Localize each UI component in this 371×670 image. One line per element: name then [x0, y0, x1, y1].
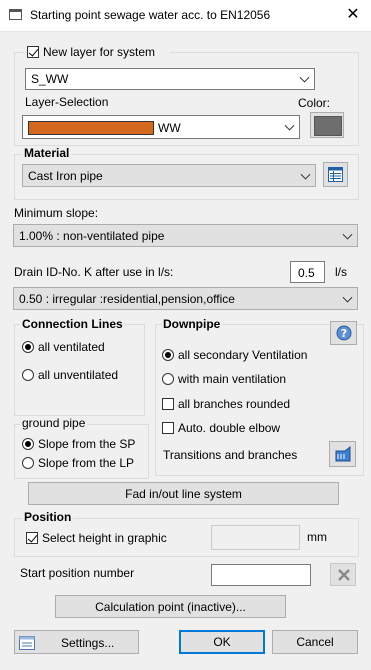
select-height-label: Select height in graphic [42, 531, 167, 545]
delete-icon [338, 569, 350, 581]
chevron-down-icon [342, 229, 353, 240]
chevron-down-icon [300, 169, 311, 180]
auto-double-elbow-checkbox[interactable] [162, 422, 174, 434]
chevron-down-icon [299, 72, 310, 83]
material-combo[interactable]: Cast Iron pipe [22, 164, 316, 187]
ground-pipe-group [14, 424, 149, 479]
help-icon: ? [336, 325, 352, 341]
drain-label: Drain ID-No. K after use in l/s: [14, 265, 174, 279]
color-button[interactable] [310, 112, 344, 138]
app-icon [9, 9, 22, 20]
connection-lines-title: Connection Lines [20, 317, 125, 331]
window-title: Starting point sewage water acc. to EN12… [30, 8, 271, 22]
drain-unit: l/s [335, 265, 347, 279]
layer-group-header: New layer for system [24, 44, 170, 60]
radio-all-unventilated[interactable] [22, 369, 34, 381]
select-height-checkbox[interactable] [26, 532, 38, 544]
drain-value: 0.5 [298, 266, 315, 280]
material-value: Cast Iron pipe [28, 168, 103, 183]
layer-color-swatch [28, 121, 154, 135]
min-slope-value: 1.00% : non-ventilated pipe [19, 228, 165, 243]
title-bar: Starting point sewage water acc. to EN12… [0, 0, 371, 32]
auto-double-elbow-label: Auto. double elbow [178, 421, 281, 435]
all-unventilated-label: all unventilated [38, 368, 119, 382]
start-position-input[interactable] [211, 564, 311, 586]
slope-from-sp-label: Slope from the SP [38, 437, 136, 451]
drain-input[interactable]: 0.5 [290, 261, 325, 283]
calculation-point-label: Calculation point (inactive)... [95, 599, 246, 614]
ground-pipe-title: ground pipe [20, 416, 88, 430]
transitions-label: Transitions and branches [163, 448, 298, 462]
settings-label: Settings... [61, 636, 115, 650]
system-value: S_WW [31, 72, 69, 86]
min-slope-label: Minimum slope: [14, 206, 99, 220]
pipe-transition-icon [335, 446, 351, 462]
help-button[interactable]: ? [330, 321, 357, 345]
height-input[interactable] [211, 525, 300, 550]
material-label: Material [22, 146, 72, 160]
radio-main-ventilation[interactable] [162, 373, 174, 385]
settings-icon [19, 636, 35, 650]
ok-button[interactable]: OK [179, 630, 265, 654]
radio-secondary-ventilation[interactable] [162, 349, 174, 361]
layer-combo[interactable]: WW [22, 115, 300, 139]
fad-line-system-label: Fad in/out line system [125, 486, 242, 501]
height-unit: mm [307, 530, 327, 544]
all-branches-rounded-checkbox[interactable] [162, 398, 174, 410]
all-ventilated-label: all ventilated [38, 340, 105, 354]
radio-slope-from-lp[interactable] [22, 457, 34, 469]
transitions-button[interactable] [329, 441, 356, 467]
color-label: Color: [298, 96, 331, 110]
secondary-ventilation-label: all secondary Ventilation [178, 348, 308, 362]
chevron-down-icon [342, 292, 353, 303]
start-position-label: Start position number [20, 566, 135, 580]
main-ventilation-label: with main ventilation [178, 372, 287, 386]
ok-label: OK [213, 635, 231, 649]
material-table-button[interactable] [323, 162, 348, 187]
layer-value: WW [158, 121, 181, 135]
usage-combo[interactable]: 0.50 : irregular :residential,pension,of… [13, 287, 358, 310]
radio-slope-from-sp[interactable] [22, 438, 34, 450]
downpipe-title: Downpipe [161, 317, 223, 331]
cancel-button[interactable]: Cancel [272, 630, 358, 654]
all-branches-rounded-label: all branches rounded [178, 397, 291, 411]
table-icon [328, 167, 343, 182]
system-combo[interactable]: S_WW [25, 68, 315, 90]
settings-button[interactable]: Settings... [14, 630, 139, 654]
slope-from-lp-label: Slope from the LP [38, 456, 135, 470]
svg-text:?: ? [341, 327, 347, 340]
new-layer-checkbox[interactable] [27, 46, 39, 58]
layer-selection-label: Layer-Selection [25, 95, 109, 109]
color-swatch [314, 116, 342, 136]
chevron-down-icon [284, 120, 295, 131]
close-icon[interactable]: ✕ [343, 5, 363, 25]
usage-value: 0.50 : irregular :residential,pension,of… [19, 291, 235, 306]
cancel-label: Cancel [296, 635, 334, 649]
position-title: Position [22, 510, 74, 524]
new-layer-label: New layer for system [43, 45, 156, 59]
fad-line-system-button[interactable]: Fad in/out line system [28, 482, 339, 505]
calculation-point-button[interactable]: Calculation point (inactive)... [55, 595, 286, 618]
clear-button[interactable] [330, 563, 356, 586]
radio-all-ventilated[interactable] [22, 341, 34, 353]
min-slope-combo[interactable]: 1.00% : non-ventilated pipe [13, 224, 358, 247]
